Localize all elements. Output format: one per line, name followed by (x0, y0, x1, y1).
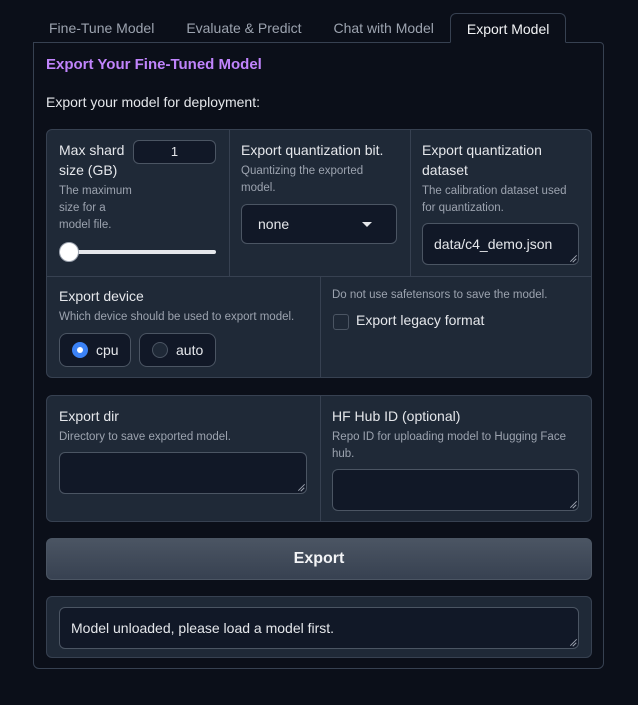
legacy-format-info: Do not use safetensors to save the model… (332, 289, 548, 301)
device-radio-cpu-label: cpu (96, 342, 119, 358)
legacy-format-label[interactable]: Export legacy format (356, 312, 484, 328)
device-radio-cpu[interactable]: cpu (59, 333, 131, 367)
export-device-info: Which device should be used to export mo… (59, 311, 295, 323)
shard-size-info-3: model file. (59, 219, 112, 231)
quant-bit-value: none (258, 216, 290, 232)
device-radio-auto[interactable]: auto (139, 333, 216, 367)
quant-dataset-value: data/c4_demo.json (434, 236, 553, 252)
page-subtitle: Export your model for deployment: (46, 94, 260, 110)
export-target-block: Export dir Directory to save exported mo… (46, 395, 592, 522)
quant-dataset-info-2: for quantization. (422, 202, 504, 214)
hub-id-label: HF Hub ID (optional) (332, 408, 461, 424)
quant-dataset-label-1: Export quantization (422, 142, 542, 158)
export-dir-cell: Export dir Directory to save exported mo… (59, 406, 309, 446)
shard-size-info-1: The maximum (59, 185, 132, 197)
resize-grip-icon[interactable] (568, 638, 576, 646)
resize-grip-icon[interactable] (296, 483, 304, 491)
radio-unchecked-icon (152, 342, 168, 358)
hub-id-cell: HF Hub ID (optional) Repo ID for uploadi… (332, 406, 582, 463)
hub-id-info-2: hub. (332, 448, 355, 460)
page-title: Export Your Fine-Tuned Model (46, 56, 262, 73)
legacy-format-checkbox[interactable] (333, 314, 349, 330)
tab-chat[interactable]: Chat with Model (317, 13, 449, 43)
quant-bit-select[interactable]: none (241, 204, 397, 244)
quant-bit-label: Export quantization bit. (241, 142, 384, 158)
export-dir-info: Directory to save exported model. (59, 431, 231, 443)
hub-id-input[interactable] (332, 469, 579, 511)
device-radio-auto-label: auto (176, 342, 204, 358)
shard-size-slider[interactable] (61, 250, 216, 254)
shard-size-slider-thumb[interactable] (59, 242, 79, 262)
quant-bit-info-1: Quantizing the exported (241, 165, 364, 177)
quant-dataset-input[interactable]: data/c4_demo.json (422, 223, 579, 265)
export-device-label: Export device (59, 288, 144, 304)
output-block: Model unloaded, please load a model firs… (46, 596, 592, 658)
tab-evaluate[interactable]: Evaluate & Predict (170, 13, 317, 43)
quant-dataset-info-1: The calibration dataset used (422, 185, 567, 197)
export-dir-label: Export dir (59, 408, 119, 424)
legacy-format-cell: Do not use safetensors to save the model… (332, 287, 587, 304)
export-button[interactable]: Export (46, 538, 592, 580)
export-settings-block: Max shard size (GB) The maximum size for… (46, 129, 592, 378)
quant-bit-info-2: model. (241, 182, 276, 194)
output-text: Model unloaded, please load a model firs… (71, 620, 335, 636)
tab-bar: Fine-Tune Model Evaluate & Predict Chat … (33, 13, 567, 43)
quant-dataset-cell: Export quantization dataset The calibrat… (422, 140, 582, 217)
quant-dataset-label-2: dataset (422, 162, 468, 178)
resize-grip-icon[interactable] (568, 254, 576, 262)
export-device-cell: Export device Which device should be use… (59, 286, 314, 326)
shard-size-input[interactable]: 1 (133, 140, 216, 164)
radio-checked-icon (72, 342, 88, 358)
export-panel: Export Your Fine-Tuned Model Export your… (33, 42, 604, 669)
hub-id-info-1: Repo ID for uploading model to Hugging F… (332, 431, 566, 443)
tab-fine-tune[interactable]: Fine-Tune Model (33, 13, 170, 43)
shard-size-info-2: size for a (59, 202, 106, 214)
quant-bit-cell: Export quantization bit. Quantizing the … (241, 140, 401, 197)
caret-down-icon (362, 222, 372, 227)
export-dir-input[interactable] (59, 452, 307, 494)
output-textbox[interactable]: Model unloaded, please load a model firs… (59, 607, 579, 649)
resize-grip-icon[interactable] (568, 500, 576, 508)
tab-export[interactable]: Export Model (449, 13, 567, 43)
